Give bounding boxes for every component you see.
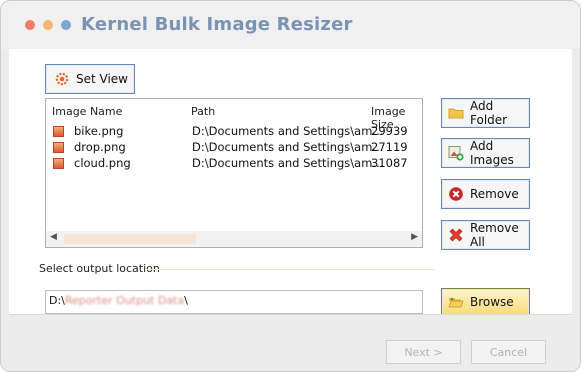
next-label: Next >	[404, 345, 443, 359]
horizontal-scrollbar[interactable]: ◀ ▶	[46, 231, 422, 247]
remove-all-label: Remove All	[470, 221, 519, 249]
main-panel: Set View Image Name Path Image Size bike…	[9, 49, 572, 316]
table-row[interactable]: bike.png D:\Documents and Settings\am...…	[46, 124, 422, 140]
image-size-cell: 29939	[371, 124, 408, 138]
output-path-prefix: D:\	[49, 294, 65, 307]
scrollbar-thumb[interactable]	[64, 234, 196, 244]
app-title: Kernel Bulk Image Resizer	[81, 14, 353, 35]
image-name-cell: cloud.png	[74, 156, 131, 170]
add-folder-label: Add Folder	[470, 99, 508, 127]
close-window-dot[interactable]	[25, 20, 35, 30]
app-window: Kernel Bulk Image Resizer Set View Image…	[0, 0, 581, 372]
path-cell: D:\Documents and Settings\am...	[192, 156, 384, 170]
table-row[interactable]: drop.png D:\Documents and Settings\am...…	[46, 140, 422, 156]
remove-all-button[interactable]: Remove All	[441, 220, 530, 250]
cancel-label: Cancel	[489, 345, 528, 359]
title-bar: Kernel Bulk Image Resizer	[1, 1, 580, 49]
gear-icon	[55, 72, 69, 86]
column-header-path[interactable]: Path	[191, 105, 215, 118]
remove-circle-icon	[449, 187, 463, 201]
open-folder-icon	[448, 297, 464, 308]
image-size-cell: 27119	[371, 140, 408, 154]
folder-icon	[448, 108, 464, 119]
output-path-field[interactable]: D:\Reporter Output Data\	[45, 290, 423, 314]
image-list[interactable]: Image Name Path Image Size bike.png D:\D…	[45, 98, 423, 248]
image-name-cell: drop.png	[74, 140, 126, 154]
output-path-suffix: \	[184, 294, 188, 307]
output-path-obscured: Reporter Output Data	[64, 294, 185, 307]
image-file-icon	[53, 126, 64, 137]
add-image-icon	[448, 146, 464, 161]
output-separator	[145, 269, 435, 270]
scroll-right-arrow-icon[interactable]: ▶	[411, 232, 418, 242]
set-view-button[interactable]: Set View	[45, 64, 135, 94]
image-size-cell: 31087	[371, 156, 408, 170]
wizard-footer: Next > Cancel	[1, 314, 580, 371]
next-button[interactable]: Next >	[386, 340, 461, 364]
browse-button[interactable]: Browse	[441, 288, 530, 316]
add-images-label: Add Images	[470, 139, 514, 167]
table-row[interactable]: cloud.png D:\Documents and Settings\am..…	[46, 156, 422, 172]
minimize-window-dot[interactable]	[43, 20, 53, 30]
add-images-button[interactable]: Add Images	[441, 138, 530, 168]
path-cell: D:\Documents and Settings\am...	[192, 124, 384, 138]
remove-button[interactable]: Remove	[441, 179, 530, 209]
image-file-icon	[53, 142, 64, 153]
path-cell: D:\Documents and Settings\am...	[192, 140, 384, 154]
add-folder-button[interactable]: Add Folder	[441, 98, 530, 128]
remove-label: Remove	[470, 187, 519, 201]
footer-divider	[9, 314, 572, 315]
browse-label: Browse	[470, 295, 514, 309]
set-view-label: Set View	[76, 72, 128, 86]
maximize-window-dot[interactable]	[61, 20, 71, 30]
column-header-image-name[interactable]: Image Name	[52, 105, 122, 118]
remove-all-x-icon	[449, 228, 463, 242]
scroll-left-arrow-icon[interactable]: ◀	[50, 232, 57, 242]
output-location-label: Select output location	[39, 262, 160, 275]
image-name-cell: bike.png	[74, 124, 124, 138]
cancel-button[interactable]: Cancel	[471, 340, 546, 364]
image-file-icon	[53, 158, 64, 169]
